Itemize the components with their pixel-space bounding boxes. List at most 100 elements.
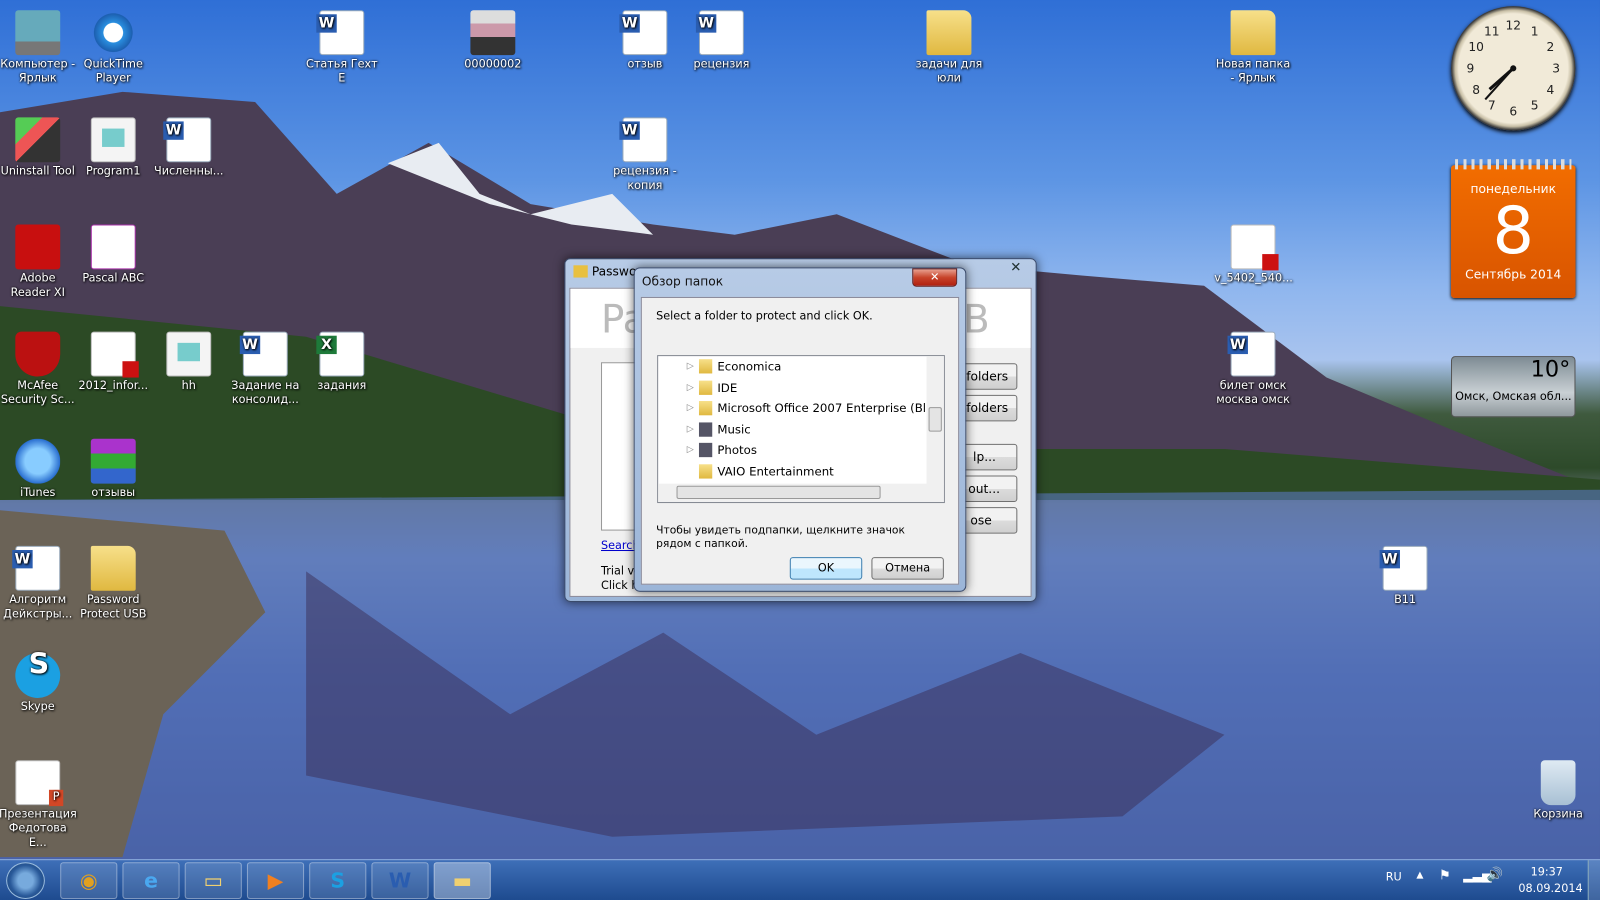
desktop-icon-label: отзыв [627,57,663,71]
dialog-close-button[interactable]: ✕ [912,268,958,287]
desktop-icon[interactable]: задания [303,331,381,393]
taskbar-skype-button[interactable]: S [309,862,367,899]
desktop-icon-label: 00000002 [464,57,522,71]
desktop-icon[interactable]: Корзина [1519,760,1597,821]
taskbar-explorer-button[interactable]: ▭ [184,862,242,899]
language-indicator[interactable]: RU [1386,870,1402,883]
taskbar-password-protect-button[interactable]: ▬ [433,862,491,899]
horizontal-scrollbar[interactable] [658,483,944,503]
desktop-icon[interactable]: B11 [1366,545,1444,607]
show-desktop-button[interactable] [1587,860,1600,900]
calendar-month-year: Сентябрь 2014 [1465,267,1562,282]
ppt-icon [15,760,64,807]
desktop-icon-label: Uninstall Tool [0,164,75,178]
taskbar-chrome-button[interactable]: ◉ [60,862,118,899]
desktop-icon[interactable]: Skype [0,653,77,714]
desktop-icon[interactable]: задачи для юли [910,10,988,86]
tree-item-label: Economica [717,359,782,374]
desktop-icon[interactable]: билет омск москва омск [1214,331,1292,408]
word-icon [163,117,212,163]
folder-icon [698,380,713,395]
app-folder-key-icon [573,265,588,278]
tree-item-label: VAIO Entertainment [717,464,834,479]
tree-item[interactable]: ▷ Microsoft Office 2007 Enterprise (Blue … [658,398,944,418]
calendar-rings [1455,159,1572,170]
desktop-icon-label: B11 [1394,592,1417,607]
desktop-icon[interactable]: McAfee Security Sc... [0,331,77,408]
clock-numeral: 3 [1552,61,1560,75]
dialog-hint: Чтобы увидеть подпапки, щелкните значок … [656,524,905,550]
weather-gadget[interactable]: 10° Омск, Омская обл... [1451,356,1576,418]
expand-arrow-icon[interactable]: ▷ [687,377,694,397]
desktop-icon[interactable]: рецензия [683,10,761,71]
desktop-icon[interactable]: отзыв [606,10,684,71]
desktop-icon[interactable]: Статья Гехт Е [303,10,381,86]
desktop-icon-label: hh [181,378,196,392]
tree-item[interactable]: ▷ IDE [658,377,928,397]
desktop-icon[interactable]: рецензия - копия [606,117,684,193]
hscroll-thumb[interactable] [676,485,881,499]
desktop-icon[interactable]: QuickTime Player [74,10,152,86]
show-hidden-icons-icon[interactable]: ▲ [1416,870,1423,880]
desktop-icon[interactable]: Password Protect USB [74,545,152,622]
tree-item[interactable]: ▷ Economica [658,356,928,376]
weather-temp: 10° [1530,357,1571,383]
folder-tree[interactable]: ▷ Economica ▷ IDE ▷ Microsoft Office 2007 Ent… [657,355,945,504]
desktop-icon[interactable]: Задание на консолид... [227,331,305,408]
taskbar-media-player-button[interactable]: ▶ [246,862,305,899]
clock-time[interactable]: 19:37 [1531,865,1563,878]
desktop-icon[interactable]: iTunes [0,438,77,500]
desktop-icon[interactable]: 00000002 [454,10,532,71]
clock-numeral: 9 [1466,61,1474,75]
desktop-icon[interactable]: Презентация Федотова Е... [0,760,77,850]
close-icon[interactable]: ✕ [1010,260,1021,275]
expand-arrow-icon[interactable]: ▷ [687,440,694,460]
browse-folder-dialog: Обзор папок ✕ Select a folder to protect… [633,267,967,592]
word-icon [619,10,668,56]
desktop-icon[interactable]: Компьютер - Ярлык [0,10,77,86]
desktop-icon[interactable]: Новая папка - Ярлык [1214,10,1292,86]
desktop-icon[interactable]: Uninstall Tool [0,117,77,178]
tree-item[interactable]: VAIO Entertainment [658,461,928,481]
desktop-icon[interactable]: Adobe Reader XI [0,224,77,300]
rar-icon [90,438,136,484]
taskbar-internet-explorer-button[interactable]: e [122,862,180,899]
folder-icon [698,359,713,374]
desktop-icon[interactable]: v_5402_540... [1214,224,1293,285]
action-center-flag-icon[interactable]: ⚑ [1439,868,1451,883]
ok-button[interactable]: OK [789,557,863,580]
desktop-icon[interactable]: 2012_infor... [74,331,152,393]
expand-arrow-icon[interactable]: ▷ [687,356,694,376]
expand-arrow-icon[interactable]: ▷ [687,419,694,439]
clock-numeral: 11 [1484,24,1500,38]
desktop-icon[interactable]: Program1 [74,117,152,178]
word-icon [12,545,61,591]
clock-numeral: 10 [1468,40,1484,54]
clock-gadget[interactable]: 1 2 3 4 5 6 7 8 9 10 11 12 [1451,6,1576,131]
tree-item[interactable]: ▷ Music [658,419,928,439]
window-title: Passwo [591,264,637,279]
desktop-icon[interactable]: отзывы [74,438,152,500]
expand-arrow-icon[interactable]: ▷ [687,398,694,418]
start-button[interactable] [6,862,45,899]
clock-numeral: 7 [1488,99,1496,113]
desktop-icon-label: задания [317,378,367,392]
folder-icon [698,464,713,479]
tree-item[interactable]: ▷ Photos [658,440,928,460]
clock-date[interactable]: 08.09.2014 [1518,882,1582,895]
itunes-icon [15,438,61,484]
desktop-icon-label: Алгоритм Дейкстры... [3,592,73,621]
desktop-icon[interactable]: Pascal ABC [74,224,152,285]
desktop-icon-label: Новая папка - Ярлык [1215,57,1291,85]
taskbar-word-button[interactable]: W [371,862,429,899]
desktop-icon[interactable]: Алгоритм Дейкстры... [0,545,77,622]
desktop-icon-label: Pascal ABC [82,271,145,285]
scroll-thumb[interactable] [928,407,942,432]
volume-icon[interactable]: 🔊 [1487,867,1504,882]
desktop-icon[interactable]: hh [150,331,228,393]
desktop-icon-label: 2012_infor... [78,378,149,392]
vertical-scrollbar[interactable] [926,356,944,485]
calendar-gadget[interactable]: понедельник 8 Сентябрь 2014 [1451,159,1576,298]
cancel-button[interactable]: Отмена [871,557,944,580]
desktop-icon[interactable]: Численны... [150,117,228,178]
